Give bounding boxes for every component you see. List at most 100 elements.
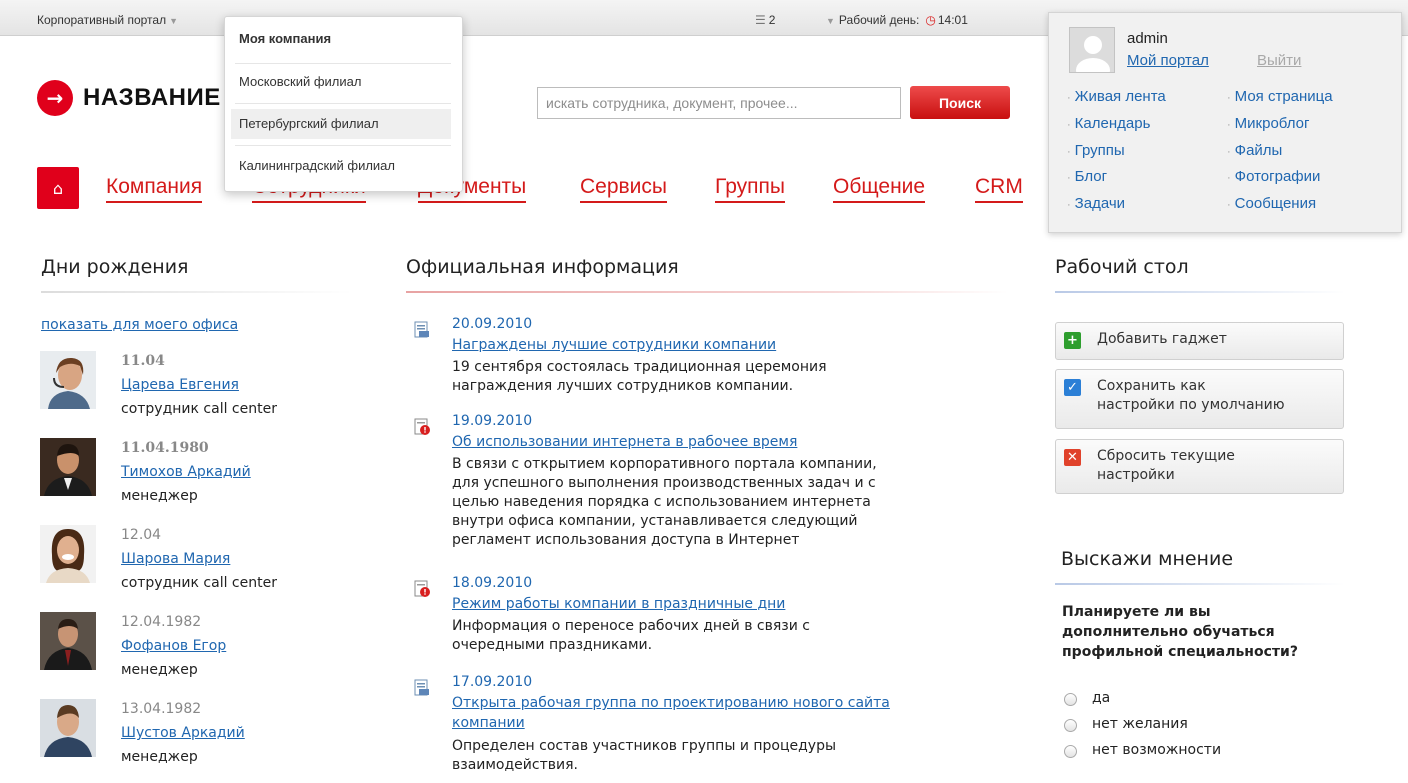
news-title-link[interactable]: Открыта рабочая группа по проектированию… xyxy=(452,695,890,711)
workday-label: Рабочий день: xyxy=(838,13,920,27)
poll-option-radio[interactable] xyxy=(1064,693,1077,706)
user-panel: admin Мой портал Выйти · Живая лента · Кал… xyxy=(1048,12,1402,233)
avatar[interactable] xyxy=(1069,27,1115,73)
nav-item-groups[interactable]: Группы xyxy=(715,175,785,203)
dropdown-item-petersburg[interactable]: Петербургский филиал xyxy=(231,109,451,139)
user-link-microblog[interactable]: · Микроблог xyxy=(1227,115,1309,132)
home-icon: ⌂ xyxy=(52,178,64,198)
show-my-office-link[interactable]: показать для моего офиса xyxy=(41,317,238,333)
user-link-files[interactable]: · Файлы xyxy=(1227,142,1282,159)
news-title-link-continued[interactable]: компании xyxy=(452,715,525,731)
bullet-icon: · xyxy=(1067,119,1071,131)
user-link-label: Сообщения xyxy=(1234,195,1317,212)
nav-item-services[interactable]: Сервисы xyxy=(580,175,668,203)
news-text: В связи с открытием корпоративного порта… xyxy=(452,456,877,548)
user-link-blog[interactable]: · Блог xyxy=(1067,168,1107,185)
search-button[interactable]: Поиск xyxy=(910,86,1010,119)
person-role: менеджер xyxy=(121,662,198,678)
company-logo[interactable]: → НАЗВАНИЕ xyxy=(37,80,221,116)
news-date: 17.09.2010 xyxy=(452,674,533,690)
nav-item-crm[interactable]: CRM xyxy=(975,175,1023,203)
user-link-messages[interactable]: · Сообщения xyxy=(1227,195,1316,212)
dropdown-item-moscow[interactable]: Московский филиал xyxy=(231,67,451,97)
logo-text: НАЗВАНИЕ xyxy=(83,84,221,111)
reset-settings-button[interactable]: ✕ Сбросить текущие настройки xyxy=(1055,439,1344,494)
poll-option-radio[interactable] xyxy=(1064,719,1077,732)
avatar[interactable] xyxy=(40,699,96,757)
desktop-title: Рабочий стол xyxy=(1055,256,1189,278)
poll-option-label[interactable]: нет возможности xyxy=(1092,742,1221,758)
nav-item-communication[interactable]: Общение xyxy=(833,175,926,203)
tasks-count: 2 xyxy=(768,13,776,27)
bullet-icon: · xyxy=(1067,92,1071,104)
poll-option-label[interactable]: нет желания xyxy=(1092,716,1188,732)
important-document-icon xyxy=(414,580,430,597)
poll-option-label[interactable]: да xyxy=(1092,690,1110,706)
tasks-counter[interactable]: ☰ 2 xyxy=(755,13,775,27)
birthday-date: 11.04 xyxy=(121,353,165,369)
person-name-link[interactable]: Царева Евгения xyxy=(121,377,239,393)
x-icon: ✕ xyxy=(1064,449,1081,466)
user-link-groups[interactable]: · Группы xyxy=(1067,142,1125,159)
divider xyxy=(41,291,353,293)
button-label: Добавить гаджет xyxy=(1097,331,1227,347)
portal-dropdown-menu: Моя компания Московский филиал Петербург… xyxy=(224,16,463,192)
divider xyxy=(1055,583,1345,585)
user-link-label: Задачи xyxy=(1074,195,1126,212)
bullet-icon: · xyxy=(1227,172,1231,184)
person-name-link[interactable]: Шарова Мария xyxy=(121,551,230,567)
person-name-link[interactable]: Фофанов Егор xyxy=(121,638,226,654)
birthday-date: 12.04 xyxy=(121,527,162,543)
user-link-photos[interactable]: · Фотографии xyxy=(1227,168,1320,185)
user-link-label: Блог xyxy=(1074,168,1108,185)
tasks-icon: ☰ xyxy=(755,13,766,27)
bullet-icon: · xyxy=(1067,199,1071,211)
news-text: Определен состав участников группы и про… xyxy=(452,738,837,773)
divider xyxy=(235,63,451,64)
user-link-my-page[interactable]: · Моя страница xyxy=(1227,88,1333,105)
dropdown-item-my-company[interactable]: Моя компания xyxy=(231,24,451,54)
search-input[interactable] xyxy=(537,87,901,119)
news-title-link[interactable]: Об использовании интернета в рабочее вре… xyxy=(452,434,797,450)
button-label: Сбросить текущие настройки xyxy=(1097,448,1235,483)
poll-title: Выскажи мнение xyxy=(1061,548,1234,570)
user-link-live-feed[interactable]: · Живая лента xyxy=(1067,88,1166,105)
avatar[interactable] xyxy=(40,525,96,583)
person-name-link[interactable]: Тимохов Аркадий xyxy=(121,464,251,480)
news-text: Информация о переносе рабочих дней в свя… xyxy=(452,618,810,653)
logout-link[interactable]: Выйти xyxy=(1257,52,1301,69)
nav-item-company[interactable]: Компания xyxy=(106,175,203,203)
portal-switcher[interactable]: Корпоративный портал ▼ xyxy=(37,13,178,27)
news-date: 18.09.2010 xyxy=(452,575,533,591)
add-gadget-button[interactable]: + Добавить гаджет xyxy=(1055,322,1344,360)
my-portal-link[interactable]: Мой портал xyxy=(1127,52,1209,69)
news-date: 19.09.2010 xyxy=(452,413,533,429)
avatar[interactable] xyxy=(40,351,96,409)
home-button[interactable]: ⌂ xyxy=(37,167,79,209)
user-link-label: Группы xyxy=(1074,142,1125,159)
user-name: admin xyxy=(1127,30,1168,47)
avatar[interactable] xyxy=(40,612,96,670)
bullet-icon: · xyxy=(1067,172,1071,184)
document-icon xyxy=(414,321,429,338)
save-default-settings-button[interactable]: ✓ Сохранить как настройки по умолчанию xyxy=(1055,369,1344,429)
workday-status[interactable]: ▼ Рабочий день: ◷ 14:01 xyxy=(826,13,968,27)
bullet-icon: · xyxy=(1227,146,1231,158)
divider xyxy=(1055,291,1345,293)
person-photo-icon xyxy=(40,351,96,409)
chevron-down-icon: ▼ xyxy=(826,16,835,26)
person-name-link[interactable]: Шустов Аркадий xyxy=(121,725,245,741)
dropdown-item-kaliningrad[interactable]: Калининградский филиал xyxy=(231,151,451,181)
user-link-calendar[interactable]: · Календарь xyxy=(1067,115,1150,132)
user-link-label: Моя страница xyxy=(1234,88,1333,105)
avatar[interactable] xyxy=(40,438,96,496)
chevron-down-icon: ▼ xyxy=(169,16,178,26)
user-link-tasks[interactable]: · Задачи xyxy=(1067,195,1125,212)
birthday-date: 11.04.1980 xyxy=(121,440,209,456)
person-role: сотрудник call center xyxy=(121,401,277,417)
news-title-link[interactable]: Награждены лучшие сотрудники компании xyxy=(452,337,776,353)
news-title-link[interactable]: Режим работы компании в праздничные дни xyxy=(452,596,785,612)
news-title: Официальная информация xyxy=(406,256,679,278)
workday-time: 14:01 xyxy=(937,13,968,27)
poll-option-radio[interactable] xyxy=(1064,745,1077,758)
